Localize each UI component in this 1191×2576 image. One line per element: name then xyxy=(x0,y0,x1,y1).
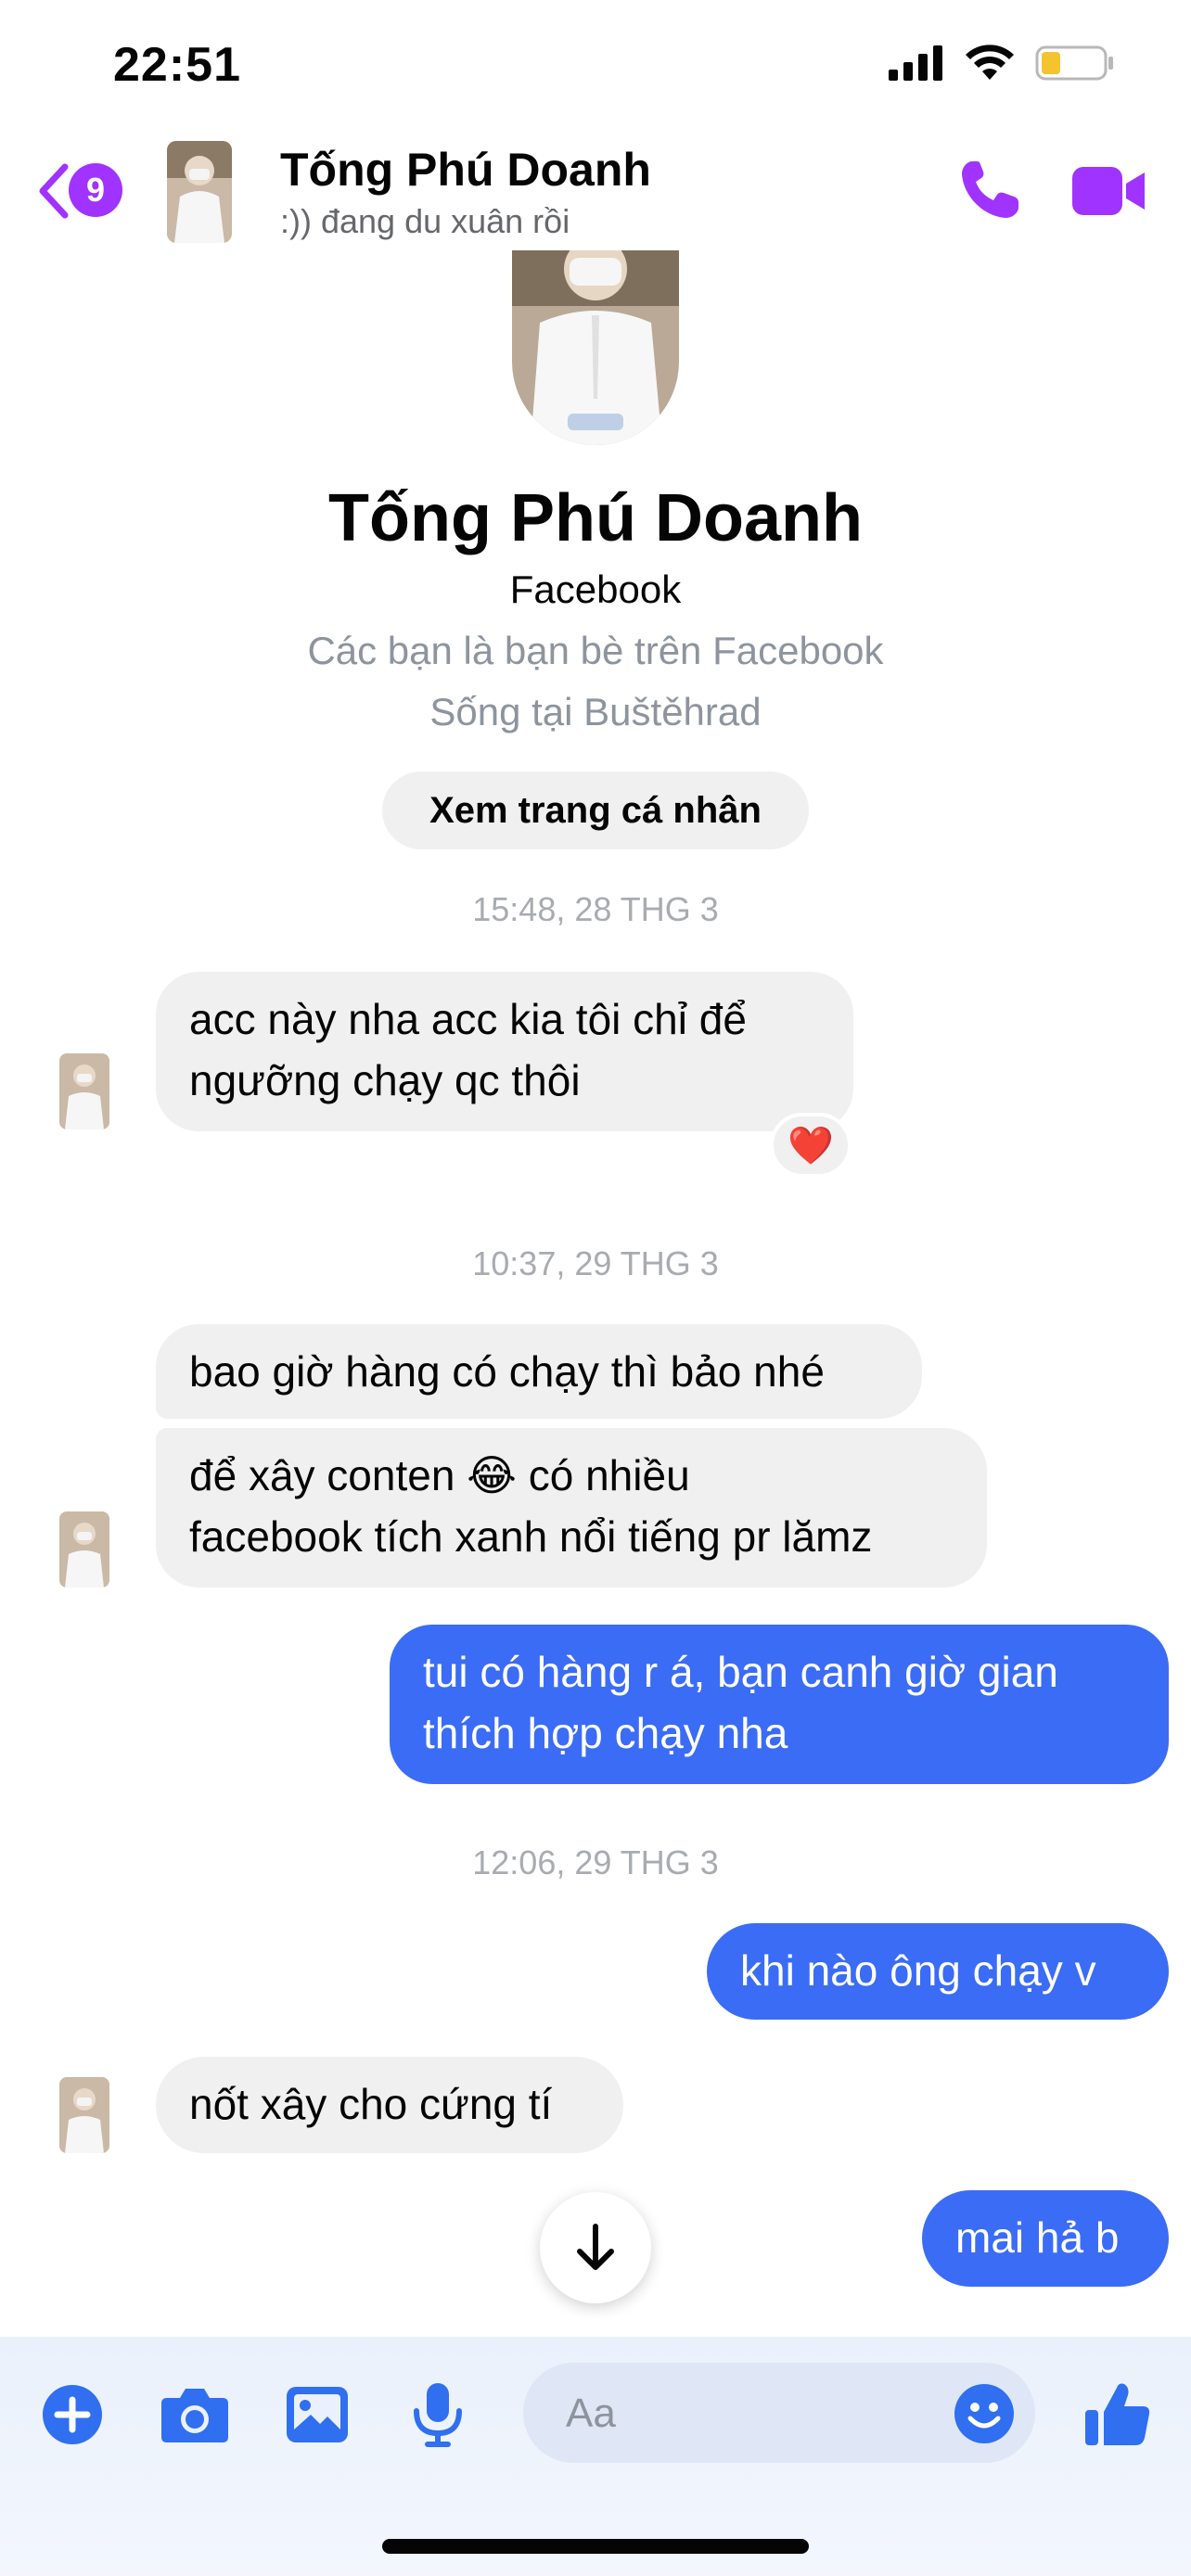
phone-icon xyxy=(962,161,1018,218)
profile-friendship: Các bạn là bạn bè trên Facebook xyxy=(307,629,884,672)
message-line: facebook tích xanh nổi tiếng pr lămz xyxy=(189,1512,873,1561)
view-profile-button[interactable]: Xem trang cá nhân xyxy=(382,772,809,849)
profile-photo-image xyxy=(512,250,679,445)
message-timestamp: 10:37, 29 THG 3 xyxy=(472,1244,719,1282)
sender-avatar[interactable] xyxy=(59,1511,109,1588)
camera-icon xyxy=(161,2389,228,2442)
message-bubble-outgoing[interactable]: mai hả b xyxy=(922,2190,1169,2287)
arrow-down-icon xyxy=(577,2224,614,2270)
avatar-photo xyxy=(59,1053,109,1129)
message-input-placeholder: Aa xyxy=(566,2391,616,2436)
status-bar: 22:51 xyxy=(0,0,1191,130)
unread-count-badge: 9 xyxy=(69,163,122,217)
profile-location: Sống tại Buštěhrad xyxy=(429,690,762,733)
contact-name[interactable]: Tống Phú Doanh xyxy=(280,143,651,197)
message-line: thích hợp chạy nha xyxy=(423,1709,788,1757)
contact-status: :)) đang du xuân rồi xyxy=(280,202,570,240)
message-line: mai hả b xyxy=(955,2213,1120,2262)
camera-button[interactable] xyxy=(158,2378,232,2452)
profile-source: Facebook xyxy=(509,567,682,611)
profile-name: Tống Phú Doanh xyxy=(328,481,863,555)
wifi-icon xyxy=(966,45,1014,80)
message-reaction[interactable]: ❤️ xyxy=(770,1113,852,1178)
message-input[interactable]: Aa xyxy=(523,2363,1035,2463)
emoji-icon xyxy=(954,2384,1014,2443)
message-line: acc này nha acc kia tôi chỉ để xyxy=(189,995,747,1043)
message-timestamp: 12:06, 29 THG 3 xyxy=(472,1843,719,1881)
status-icons xyxy=(889,45,1115,82)
message-bubble-outgoing[interactable]: khi nào ông chạy v xyxy=(707,1923,1169,2020)
like-button[interactable] xyxy=(1082,2378,1154,2452)
cellular-signal-icon xyxy=(889,45,942,81)
message-line: nốt xây cho cứng tí xyxy=(189,2080,553,2128)
message-line: ngưỡng chạy qc thôi xyxy=(189,1056,581,1104)
scroll-to-bottom-button[interactable] xyxy=(540,2192,651,2303)
back-button[interactable]: 9 xyxy=(35,158,128,223)
profile-photo[interactable] xyxy=(512,250,679,445)
microphone-icon xyxy=(414,2383,462,2447)
message-bubble-incoming[interactable]: nốt xây cho cứng tí xyxy=(156,2057,623,2153)
message-line: bao giờ hàng có chạy thì bảo nhé xyxy=(189,1347,825,1396)
message-bubble-outgoing[interactable]: tui có hàng r á, bạn canh giờ gian thích… xyxy=(390,1625,1169,1784)
battery-icon xyxy=(1035,45,1113,81)
chat-header: 9 Tống Phú Doanh :)) đang du xuân rồi xyxy=(0,130,1191,255)
message-line: tui có hàng r á, bạn canh giờ gian xyxy=(423,1648,1058,1696)
home-indicator xyxy=(382,2539,809,2554)
voice-record-button[interactable] xyxy=(410,2378,466,2452)
more-actions-button[interactable] xyxy=(41,2378,104,2452)
contact-avatar[interactable] xyxy=(167,141,232,243)
sender-avatar[interactable] xyxy=(59,1053,109,1129)
back-chevron-icon xyxy=(39,163,69,219)
status-time: 22:51 xyxy=(113,38,241,92)
message-line: để xây conten 😂 có nhiều xyxy=(189,1451,690,1499)
message-timestamp: 15:48, 28 THG 3 xyxy=(472,890,719,928)
avatar-photo xyxy=(167,141,232,243)
emoji-button[interactable] xyxy=(954,2383,1015,2449)
avatar-photo xyxy=(59,2077,109,2153)
message-bubble-incoming[interactable]: acc này nha acc kia tôi chỉ để ngưỡng ch… xyxy=(156,972,853,1131)
sender-avatar[interactable] xyxy=(59,2077,109,2153)
avatar-photo xyxy=(59,1511,109,1588)
gallery-icon xyxy=(287,2387,348,2442)
message-line: khi nào ông chạy v xyxy=(740,1946,1096,1995)
voice-call-button[interactable] xyxy=(955,156,1024,224)
message-bubble-incoming[interactable]: để xây conten 😂 có nhiều facebook tích x… xyxy=(156,1428,987,1588)
video-camera-icon xyxy=(1072,167,1145,215)
thumbs-up-icon xyxy=(1085,2383,1150,2445)
message-bubble-incoming[interactable]: bao giờ hàng có chạy thì bảo nhé xyxy=(156,1324,922,1419)
gallery-button[interactable] xyxy=(284,2378,351,2452)
plus-icon xyxy=(43,2385,102,2444)
video-call-button[interactable] xyxy=(1072,163,1146,219)
